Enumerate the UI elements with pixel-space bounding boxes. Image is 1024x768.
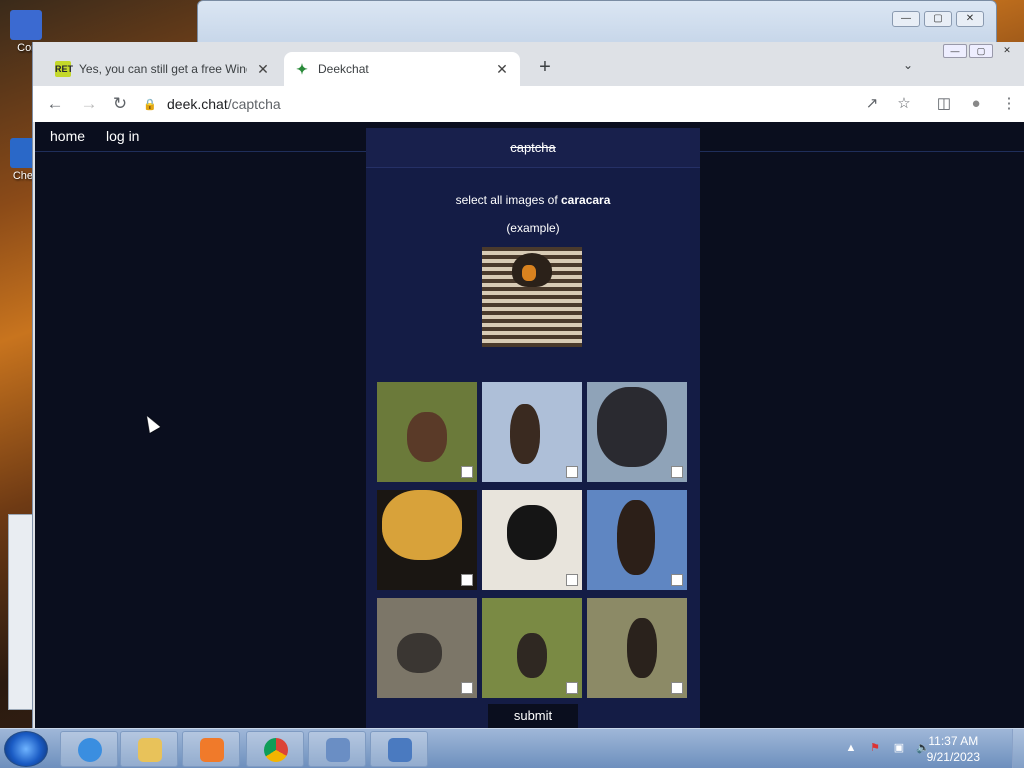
maximize-button[interactable]: ▢ — [969, 44, 993, 58]
captcha-tile[interactable] — [377, 598, 477, 698]
captcha-tile[interactable] — [482, 598, 582, 698]
captcha-tile[interactable] — [482, 382, 582, 482]
submit-button[interactable]: submit — [488, 704, 578, 728]
bookmark-star-icon[interactable]: ☆ — [892, 92, 916, 116]
tab-free-windows[interactable]: RET Yes, you can still get a free Windo … — [45, 52, 281, 86]
clock[interactable]: 11:37 AM 9/21/2023 — [927, 733, 980, 765]
computer-icon — [10, 10, 42, 40]
captcha-tile[interactable] — [482, 490, 582, 590]
start-button[interactable] — [4, 731, 48, 767]
captcha-panel: captcha select all images of caracara (e… — [366, 128, 700, 728]
taskbar-explorer[interactable] — [120, 731, 178, 767]
window-controls: — ▢ ✕ — [943, 44, 1019, 58]
forward-icon[interactable]: → — [77, 92, 101, 116]
reload-icon[interactable]: ↻ — [108, 92, 132, 116]
tile-checkbox[interactable] — [671, 466, 683, 478]
bird-image — [407, 412, 447, 462]
tile-checkbox[interactable] — [671, 574, 683, 586]
bird-icon: ✦ — [296, 61, 308, 77]
close-button[interactable]: ✕ — [995, 44, 1019, 58]
tile-checkbox[interactable] — [566, 466, 578, 478]
tab-strip: RET Yes, you can still get a free Windo … — [33, 42, 1024, 86]
captcha-grid — [377, 382, 689, 698]
minimize-button[interactable]: — — [943, 44, 967, 58]
captcha-tile[interactable] — [377, 382, 477, 482]
bird-image — [507, 505, 557, 560]
bird-image — [510, 404, 540, 464]
lock-icon: 🔒 — [143, 98, 157, 111]
close-tab-icon[interactable]: ✕ — [255, 61, 271, 78]
side-panel-icon[interactable]: ◫ — [932, 92, 956, 116]
media-player-icon — [200, 738, 224, 762]
page-viewport: home log in captcha select all images of… — [35, 122, 1024, 728]
tile-checkbox[interactable] — [461, 682, 473, 694]
explorer-icon — [138, 738, 162, 762]
clock-time: 11:37 AM — [928, 734, 979, 748]
address-bar[interactable]: 🔒 deek.chat /captcha — [143, 90, 923, 118]
taskbar-media[interactable] — [182, 731, 240, 767]
bird-image — [382, 490, 462, 560]
browser-window: RET Yes, you can still get a free Windo … — [32, 42, 1024, 728]
show-hidden-icons-icon[interactable]: ▲ — [844, 741, 858, 755]
maximize-button[interactable]: ▢ — [924, 11, 952, 27]
clock-date: 9/21/2023 — [926, 750, 980, 764]
bird-image — [597, 387, 667, 467]
back-icon[interactable]: ← — [43, 92, 67, 116]
tab-search-icon[interactable]: ⌄ — [903, 58, 913, 72]
tab-title: Yes, you can still get a free Windo — [79, 62, 247, 76]
captcha-heading: captcha — [366, 128, 700, 168]
tile-checkbox[interactable] — [461, 466, 473, 478]
tile-checkbox[interactable] — [566, 682, 578, 694]
background-window-edge[interactable] — [8, 514, 34, 710]
tab-title: Deekchat — [318, 62, 369, 76]
chrome-icon — [264, 738, 288, 762]
menu-icon[interactable]: ⋮ — [997, 92, 1021, 116]
network-icon[interactable]: ▣ — [892, 741, 906, 755]
taskbar-control-panel[interactable] — [370, 731, 428, 767]
taskbar-window[interactable] — [308, 731, 366, 767]
tile-checkbox[interactable] — [671, 682, 683, 694]
captcha-tile[interactable] — [587, 598, 687, 698]
window-icon — [326, 738, 350, 762]
minimize-button[interactable]: — — [892, 11, 920, 27]
tile-checkbox[interactable] — [461, 574, 473, 586]
tile-checkbox[interactable] — [566, 574, 578, 586]
captcha-tile[interactable] — [587, 490, 687, 590]
bird-image — [517, 633, 547, 678]
taskbar: ▲ ⚑ ▣ 🔈 11:37 AM 9/21/2023 — [0, 728, 1024, 768]
control-panel-icon — [388, 738, 412, 762]
url-host: deek.chat — [167, 96, 228, 112]
captcha-instruction: select all images of caracara — [455, 193, 611, 207]
profile-icon[interactable]: ● — [964, 92, 988, 116]
captcha-tile[interactable] — [377, 490, 477, 590]
tab-deekchat[interactable]: ✦ Deekchat ✕ — [284, 52, 520, 86]
mouse-cursor-icon — [141, 413, 161, 433]
nav-home-link[interactable]: home — [50, 128, 85, 144]
close-tab-icon[interactable]: ✕ — [494, 61, 510, 78]
close-button[interactable]: ✕ — [956, 11, 984, 27]
bird-image — [617, 500, 655, 575]
action-center-icon[interactable]: ⚑ — [868, 741, 882, 755]
taskbar-chrome[interactable] — [246, 731, 304, 767]
url-path: /captcha — [227, 96, 281, 112]
show-desktop-button[interactable] — [1012, 729, 1024, 768]
bird-image — [627, 618, 657, 678]
nav-login-link[interactable]: log in — [106, 128, 139, 144]
browser-toolbar: ← → ↻ 🔒 deek.chat /captcha ↗ ☆ ◫ ● ⋮ — [33, 86, 1024, 122]
taskbar-ie[interactable] — [60, 731, 118, 767]
share-icon[interactable]: ↗ — [860, 92, 884, 116]
captcha-target: caracara — [561, 193, 611, 207]
bird-image — [397, 633, 442, 673]
example-label: (example) — [506, 221, 560, 235]
ie-icon — [78, 738, 102, 762]
new-tab-button[interactable]: + — [533, 56, 557, 80]
ret-favicon-icon: RET — [55, 61, 73, 77]
captcha-tile[interactable] — [587, 382, 687, 482]
example-image — [482, 247, 582, 347]
